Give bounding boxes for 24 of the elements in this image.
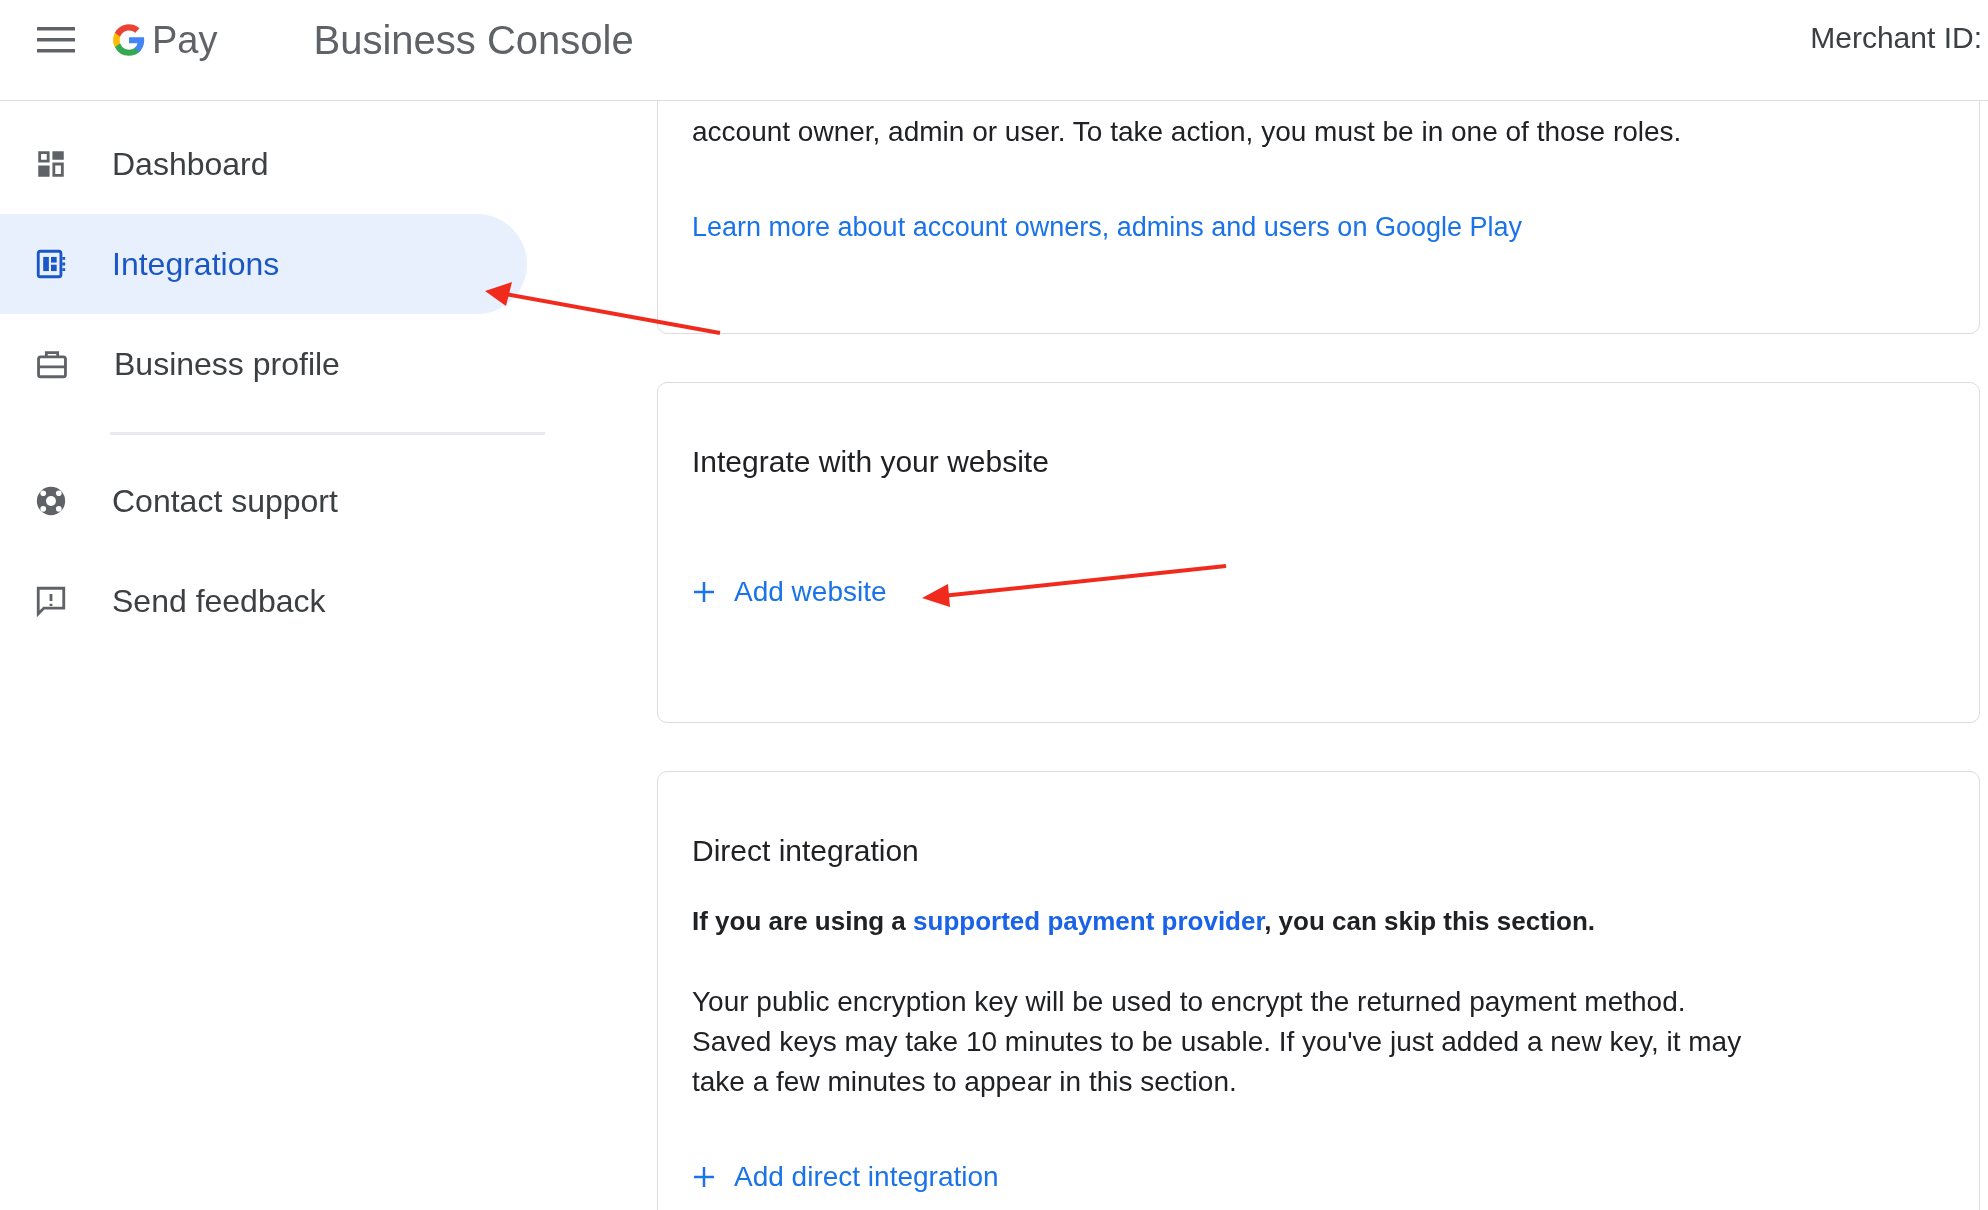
merchant-id-label: Merchant ID: bbox=[1810, 21, 1982, 56]
learn-more-link[interactable]: Learn more about account owners, admins and users on Google Play bbox=[692, 212, 1945, 243]
sidebar-item[interactable]: Contact support bbox=[0, 451, 527, 551]
sidebar-item[interactable]: Send feedback bbox=[0, 551, 527, 651]
add-button[interactable]: Add direct integration bbox=[686, 1157, 1005, 1197]
description-text: account owner, admin or user. To take action, you must be in one of those roles. bbox=[692, 115, 1683, 149]
grid-icon bbox=[34, 247, 68, 281]
sidebar-item[interactable]: Dashboard bbox=[0, 114, 527, 214]
plus-icon bbox=[692, 580, 716, 604]
payment-provider-link[interactable]: supported payment provider bbox=[913, 906, 1265, 936]
description-text: Your public encryption key will be used to encrypt the returned payment method. Saved keys may take 10 minutes to be usable. If you've just added a new key, it may take a few minutes to appear in this section. bbox=[692, 985, 1743, 1099]
card-title: Integrate with your website bbox=[692, 445, 1050, 479]
plus-icon bbox=[692, 1165, 716, 1189]
sidebar-item[interactable]: Integrations bbox=[0, 214, 527, 314]
lifebuoy-icon bbox=[34, 484, 68, 518]
product-name: Pay bbox=[152, 18, 218, 62]
console-title: Business Console bbox=[313, 17, 634, 63]
menu-icon bbox=[37, 27, 75, 53]
notice-text: If you are using a supported payment provider, you can skip this section. bbox=[692, 906, 1596, 937]
add-button[interactable]: Add website bbox=[686, 572, 893, 612]
sidebar-item[interactable]: Business profile bbox=[0, 314, 527, 414]
card-title: Direct integration bbox=[692, 834, 920, 868]
feedback-icon bbox=[34, 584, 68, 618]
menu-button[interactable] bbox=[36, 25, 76, 55]
